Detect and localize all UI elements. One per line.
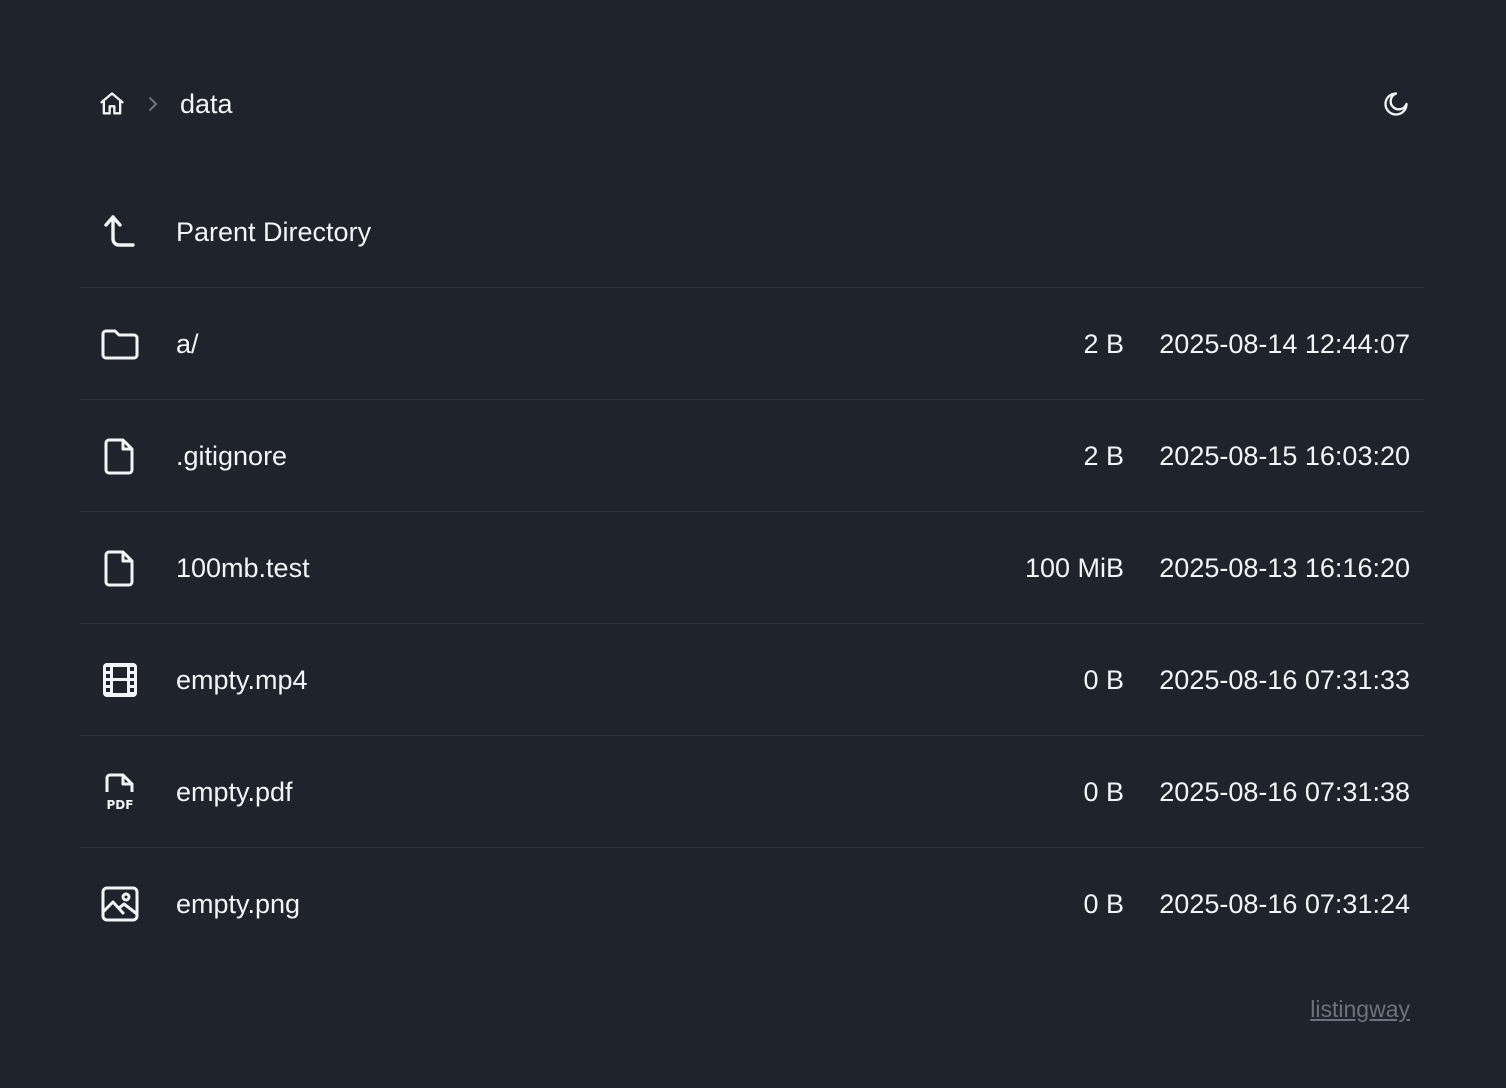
- entry-modified: 2025-08-15 16:03:20: [1159, 441, 1410, 471]
- entry-name: empty.pdf: [176, 777, 293, 807]
- entry-name: empty.mp4: [176, 665, 308, 695]
- entry-modified: 2025-08-14 12:44:07: [1159, 329, 1410, 359]
- entry-name: .gitignore: [176, 441, 288, 471]
- file-list: Parent Directory a/ 2 B 2025-08-14 12:44…: [80, 176, 1424, 959]
- parent-directory-label: Parent Directory: [176, 217, 372, 247]
- entry-size: 100 MiB: [1024, 553, 1124, 583]
- entry-size: 2 B: [1083, 441, 1124, 471]
- folder-icon: [100, 324, 140, 364]
- moon-icon[interactable]: [1382, 90, 1410, 118]
- entry-modified: 2025-08-16 07:31:38: [1159, 777, 1410, 807]
- pdf-file-icon: PDF: [100, 772, 140, 812]
- breadcrumb-current: data: [180, 89, 233, 119]
- entry-modified: 2025-08-16 07:31:33: [1159, 665, 1410, 695]
- film-icon: [100, 660, 140, 700]
- entry-size: 0 B: [1083, 665, 1124, 695]
- file-icon: [100, 436, 140, 476]
- parent-directory-row[interactable]: Parent Directory: [80, 176, 1424, 288]
- file-listing-page: data Parent Directory a/ 2 B 2025-08-14 …: [0, 0, 1506, 1088]
- file-icon: [100, 548, 140, 588]
- list-item[interactable]: 100mb.test 100 MiB 2025-08-13 16:16:20: [80, 512, 1424, 624]
- list-item[interactable]: empty.mp4 0 B 2025-08-16 07:31:33: [80, 624, 1424, 736]
- entry-modified: 2025-08-16 07:31:24: [1159, 889, 1410, 919]
- entry-size: 0 B: [1083, 777, 1124, 807]
- svg-text:PDF: PDF: [107, 798, 134, 812]
- list-item[interactable]: PDF empty.pdf 0 B 2025-08-16 07:31:38: [80, 736, 1424, 848]
- entry-name: empty.png: [176, 889, 301, 919]
- list-item[interactable]: .gitignore 2 B 2025-08-15 16:03:20: [80, 400, 1424, 512]
- image-icon: [100, 884, 140, 924]
- list-item[interactable]: a/ 2 B 2025-08-14 12:44:07: [80, 288, 1424, 400]
- header: data: [80, 76, 1424, 132]
- entry-modified: 2025-08-13 16:16:20: [1159, 553, 1410, 583]
- entry-name: 100mb.test: [176, 553, 310, 583]
- list-item[interactable]: empty.png 0 B 2025-08-16 07:31:24: [80, 848, 1424, 959]
- home-icon[interactable]: [98, 90, 126, 118]
- entry-name: a/: [176, 329, 199, 359]
- corner-left-up-icon: [100, 212, 140, 252]
- entry-size: 2 B: [1083, 329, 1124, 359]
- entry-size: 0 B: [1083, 889, 1124, 919]
- chevron-right-icon: [144, 93, 162, 115]
- listingway-link[interactable]: listingway: [1310, 994, 1410, 1024]
